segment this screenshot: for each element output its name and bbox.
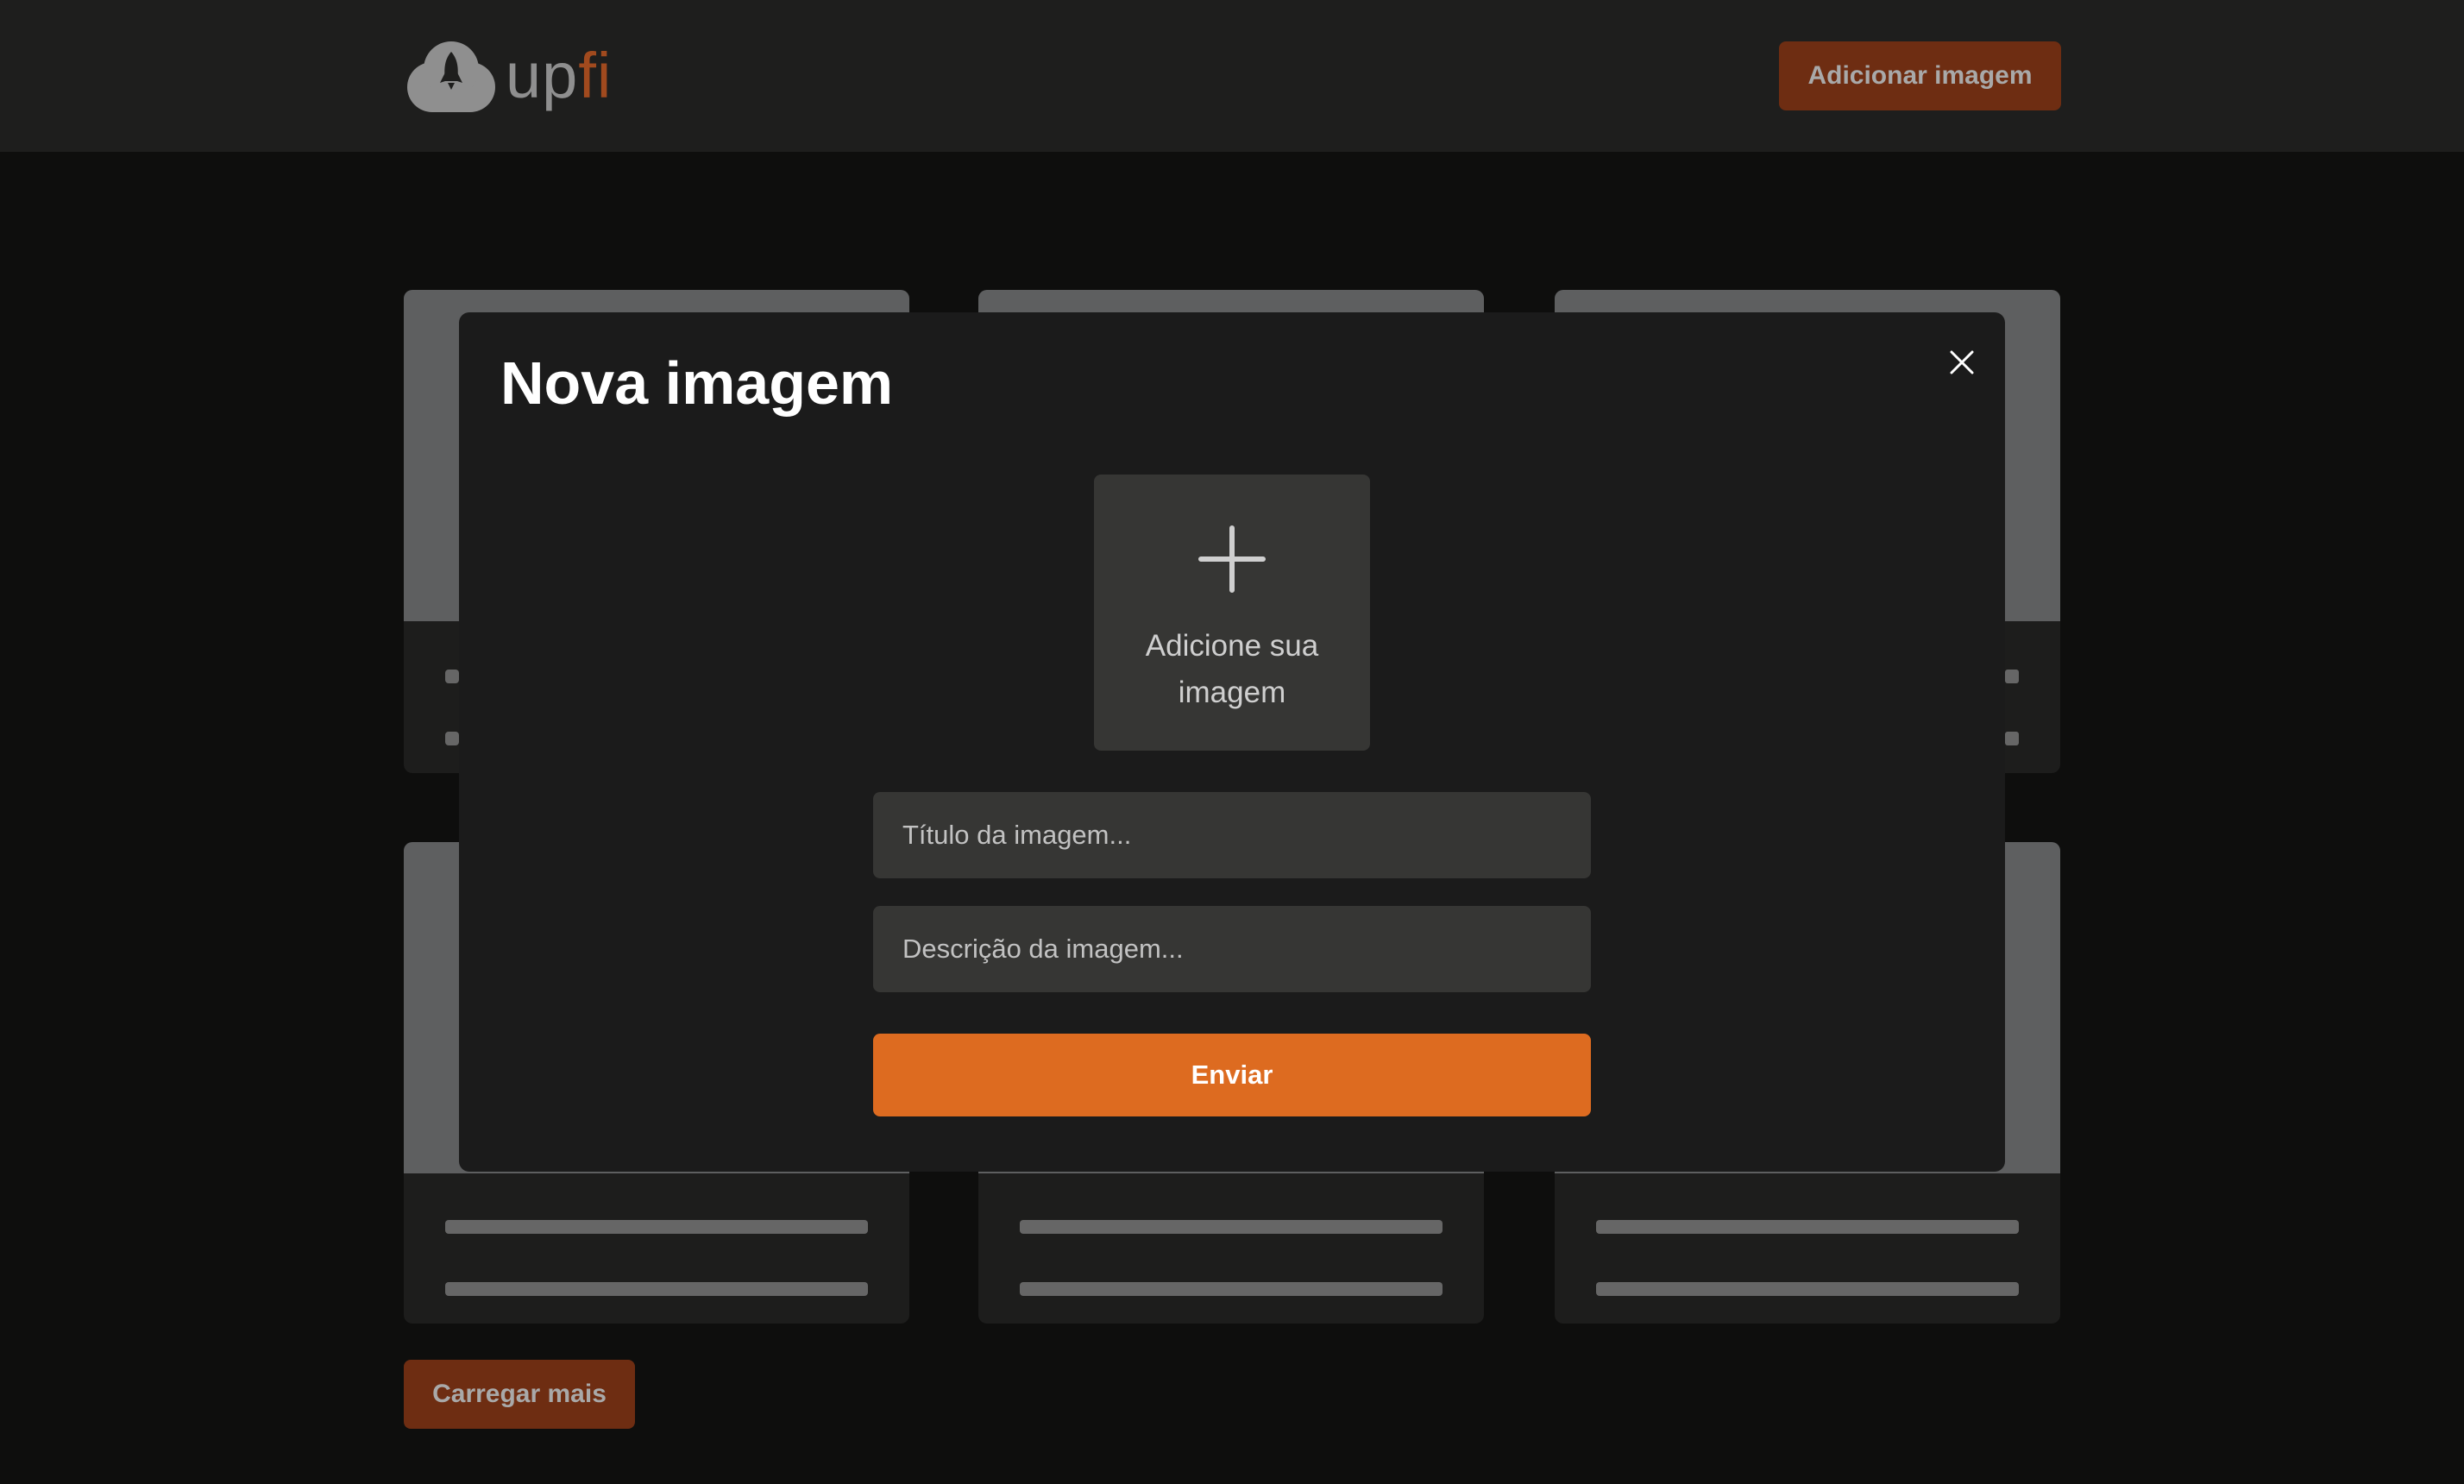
image-title-input[interactable] (873, 792, 1591, 878)
image-description-input[interactable] (873, 906, 1591, 992)
image-upload-dropzone[interactable]: Adicione sua imagem (1094, 475, 1370, 751)
close-icon (1950, 350, 1974, 374)
modal-title: Nova imagem (500, 349, 894, 417)
upload-label: Adicione sua imagem (1145, 629, 1319, 709)
plus-icon (1198, 525, 1266, 593)
close-modal-button[interactable] (1936, 336, 1988, 388)
submit-button[interactable]: Enviar (873, 1034, 1591, 1116)
new-image-modal: Nova imagem Adicione sua imagem Enviar (459, 312, 2005, 1172)
